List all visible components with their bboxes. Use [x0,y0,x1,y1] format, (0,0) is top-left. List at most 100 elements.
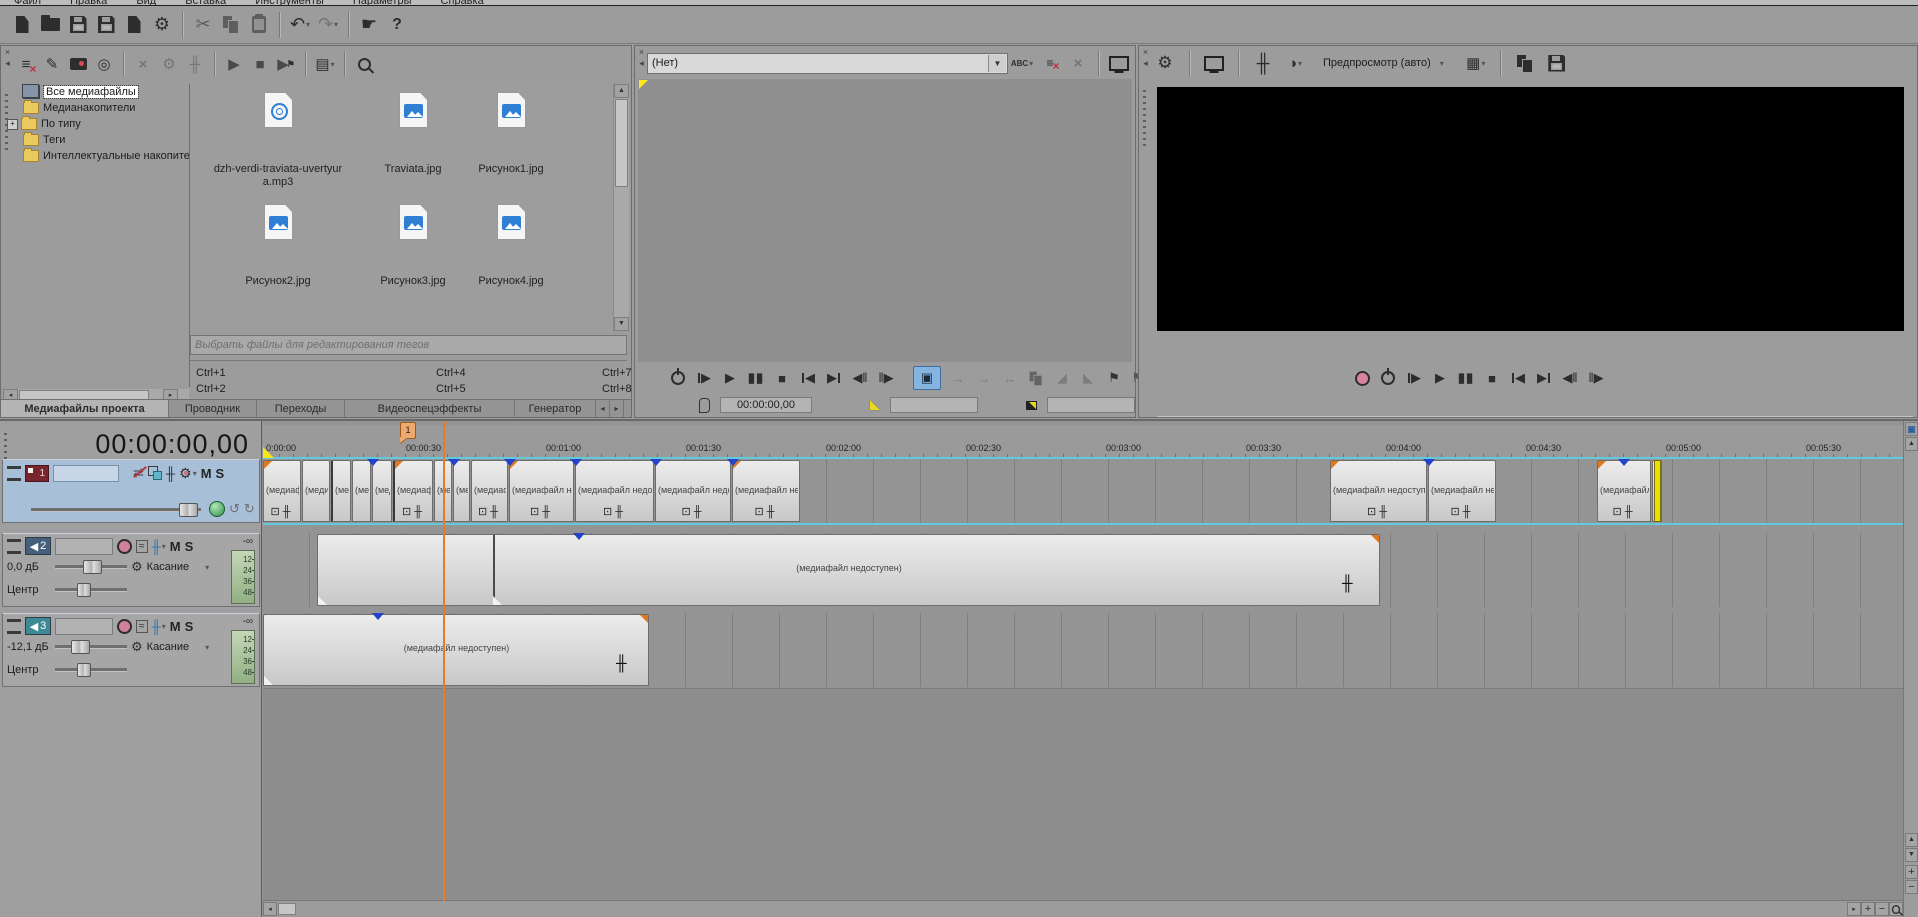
marker-bar[interactable] [263,425,1903,443]
media-file[interactable]: Рисунок1.jpg [444,92,578,176]
minimize-track-icon[interactable] [7,539,21,554]
bypass-motion-blur-icon[interactable]: ⇄ [133,465,144,481]
preview-stop-icon[interactable]: ■ [247,51,273,77]
video-clip[interactable]: (медиафайл недоступен) [453,460,470,522]
scroll-up-icon[interactable]: ▲ [1905,437,1918,451]
stop-icon[interactable]: ■ [1479,367,1505,389]
volume-value[interactable]: 0,0 дБ [7,561,51,573]
slider-handle[interactable] [71,640,90,654]
automation-gear-icon[interactable]: ⚙ [131,559,143,575]
playhead[interactable] [443,421,445,901]
scroll-thumb[interactable] [278,903,296,915]
tab-Генератор[interactable]: Генератор [515,400,596,417]
pan-label[interactable]: Центр [7,584,51,596]
new-file-icon[interactable] [8,11,36,39]
tree-item-3[interactable]: Теги [3,132,189,148]
media-file[interactable]: Рисунок2.jpg [211,204,345,288]
capture-video-icon[interactable] [65,51,91,77]
media-properties-icon[interactable]: ⚙ [156,51,182,77]
media-file[interactable]: dzh-verdi-traviata-uvertyura.mp3 [211,92,345,189]
slider-handle[interactable] [77,583,91,597]
timeline-timecode[interactable]: 00:00:00,00 [95,429,249,460]
slider-handle[interactable] [179,503,198,517]
record-icon[interactable] [1349,367,1375,389]
frame-fwd-icon[interactable]: ‖▶ [1583,367,1609,389]
timeline-hscrollbar[interactable]: ◂ ▸ + − [263,900,1903,917]
selection-edge-marker[interactable] [1654,460,1661,522]
external-monitor-icon[interactable] [1200,49,1228,77]
audio-clip[interactable]: (медиафайл недоступен)╫ [317,534,1380,606]
audio-track-lane-1[interactable]: (медиафайл недоступен)╫ [263,533,1903,607]
track-name-field[interactable] [53,465,119,482]
chevron-down-icon[interactable]: ▾ [205,643,209,652]
selection-length-field[interactable] [1047,397,1135,413]
frame-back-icon[interactable]: ◀‖ [1557,367,1583,389]
composite-mode-icon[interactable] [209,501,225,517]
zoom-in-track-icon[interactable]: + [1905,865,1918,879]
track-level-slider[interactable] [31,508,201,512]
automation-mode[interactable]: Касание [147,641,189,653]
video-clip[interactable]: (медиафайл недоступен)⊡╫ [575,460,654,522]
help-select-icon[interactable]: ? [383,11,411,39]
tree-item-4[interactable]: Интеллектуальные накопители [3,148,189,164]
video-clip[interactable]: (медиафайл недоступен)⊡╫ [1597,460,1651,522]
pan-label[interactable]: Центр [7,664,51,676]
preview-play-icon[interactable]: ▶ [221,51,247,77]
extract-cd-icon[interactable]: ◎ [91,51,117,77]
tabs-scroll-right-icon[interactable]: ▸ [610,400,624,417]
tab-Проводник[interactable]: Проводник [169,400,257,417]
power-icon[interactable] [665,367,691,389]
mute-button[interactable]: M [201,466,212,481]
frame-back-icon[interactable]: ◀‖ [847,367,873,389]
scroll-up-icon[interactable]: ▲ [1905,833,1918,847]
scroll-up-icon[interactable]: ▲ [614,84,629,98]
video-clip[interactable]: (медиафайл недоступен) [331,460,351,522]
volume-slider[interactable] [55,645,127,649]
track-fx-icon[interactable]: ╫▾ [152,539,166,554]
video-clip[interactable]: (медиафайл недоступен)⊡╫ [1330,460,1427,522]
automation-mode[interactable]: Касание [147,561,189,573]
video-clip[interactable]: (медиафайл недоступен)⊡╫ [732,460,800,522]
save-as-icon[interactable] [92,11,120,39]
empty-timeline-area[interactable] [263,688,1903,902]
play-start-icon[interactable]: ▶ [1401,367,1427,389]
close-panel-icon[interactable]: × [1140,47,1151,58]
solo-button[interactable]: S [216,466,225,481]
media-selector-combo[interactable]: (Нет) ▼ [647,53,1008,74]
external-monitor-icon[interactable] [1105,49,1133,77]
volume-slider[interactable] [55,565,127,569]
clear-tags-icon[interactable]: ≡× [1036,49,1064,77]
zoom-tool-icon[interactable] [1889,902,1903,916]
properties-gear-icon[interactable]: ⚙ [148,11,176,39]
stop-icon[interactable]: ■ [769,367,795,389]
auto-preview-icon[interactable]: ▶⚑ [273,51,299,77]
video-clip[interactable]: (медиафайл недоступен)⊡╫ [1428,460,1496,522]
track-fx-icon[interactable]: ╫▾ [152,619,166,634]
video-clip[interactable]: (медиафайл недоступен)⊡╫ [263,460,301,522]
phase-invert-icon[interactable]: ≈ [136,620,148,633]
tab-Медиафайлы проекта[interactable]: Медиафайлы проекта [1,400,169,417]
search-icon[interactable] [351,51,377,77]
copy-icon[interactable] [217,11,245,39]
snapshot-copy-icon[interactable] [1511,49,1539,77]
grid-scrollbar[interactable]: ▲ ▼ [613,84,629,331]
save-icon[interactable] [64,11,92,39]
close-panel-icon[interactable]: × [2,47,13,58]
tree-item-2[interactable]: +По типу [3,116,189,132]
solo-button[interactable]: S [185,539,194,554]
edit-tool-icon[interactable]: ☛ [355,11,383,39]
minimize-track-icon[interactable] [7,619,21,634]
video-track-lane[interactable]: (медиафайл недоступен)⊡╫(медиафайл недос… [263,459,1903,523]
panel-drag-handle[interactable] [1143,90,1146,150]
open-project-icon[interactable] [36,11,64,39]
copy-gray-icon[interactable] [1023,367,1049,389]
event-pan-icon[interactable]: ╫ [182,51,208,77]
zoom-out-time-icon[interactable]: − [1875,902,1889,916]
go-start-icon[interactable]: ◀ [1505,367,1531,389]
clip-split[interactable] [493,535,495,605]
track-name-field[interactable] [55,538,113,555]
preview-settings-gear-icon[interactable]: ⚙ [1151,49,1179,77]
tabs-scroll-left-icon[interactable]: ◂ [596,400,610,417]
audio-track-lane-2[interactable]: (медиафайл недоступен)╫ [263,613,1903,687]
arm-record-icon[interactable] [117,539,132,554]
